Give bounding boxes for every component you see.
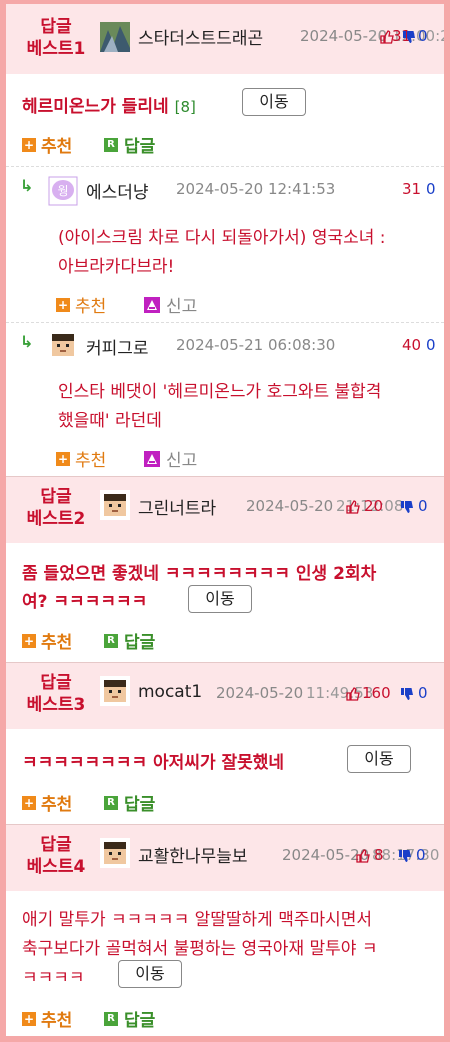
- comment-date: 2024-05-20: [246, 497, 334, 515]
- plus-icon: +: [56, 451, 70, 466]
- report-icon: [144, 296, 160, 313]
- reply-arrow-icon: ↳: [20, 176, 34, 195]
- downvote-count: 0: [426, 180, 436, 198]
- thumbs-up-icon[interactable]: [346, 687, 360, 701]
- author-nick[interactable]: 커피그로: [86, 334, 149, 359]
- plus-icon: +: [56, 297, 70, 312]
- reply-r-icon: R: [104, 633, 118, 648]
- author-nick[interactable]: 에스더냥: [86, 178, 149, 203]
- divider: [6, 322, 444, 323]
- recommend-button[interactable]: + 추천: [56, 446, 106, 471]
- plus-icon: +: [22, 633, 36, 648]
- plus-icon: +: [22, 795, 36, 810]
- reply-r-icon: R: [104, 1011, 118, 1026]
- recommend-button[interactable]: + 추천: [22, 1006, 72, 1031]
- thumbs-down-icon[interactable]: [400, 500, 414, 514]
- plus-icon: +: [22, 137, 36, 152]
- best-comment-text-3: ㅋㅋㅋㅋㅋㅋㅋㅋ 아저씨가 잘못했네: [22, 753, 285, 773]
- upvote-count: 20: [364, 497, 384, 515]
- best-label-3: 답글 베스트3: [26, 673, 86, 715]
- thumbs-up-icon[interactable]: [356, 849, 370, 863]
- downvote-count: 0: [418, 684, 428, 702]
- author-nick[interactable]: 스타더스트드래곤: [138, 24, 263, 49]
- move-button[interactable]: 이동: [118, 960, 182, 988]
- comment-date: 2024-05-20: [216, 684, 304, 702]
- avatar[interactable]: 웡: [48, 176, 78, 206]
- svg-text:웡: 웡: [57, 184, 68, 198]
- downvote-count: 0: [416, 846, 426, 864]
- best-label-4: 답글 베스트4: [26, 835, 86, 877]
- upvote-count: 8: [374, 846, 384, 864]
- best-comment-text-4: 애기 말투가 ㅋㅋㅋㅋㅋ 알딸딸하게 맥주마시면서 축구보다가 골먹혀서 불평하…: [22, 910, 378, 988]
- reply-r-icon: R: [104, 137, 118, 152]
- comment-date: 2024-05-20 12:41:53: [176, 180, 336, 198]
- downvote-count: 0: [426, 336, 436, 354]
- author-nick[interactable]: 그린너트라: [138, 494, 216, 519]
- author-nick[interactable]: 교활한나무늘보: [138, 842, 247, 867]
- thumbs-up-icon[interactable]: [346, 500, 360, 514]
- reply-arrow-icon: ↳: [20, 332, 34, 351]
- best-label-2: 답글 베스트2: [26, 487, 86, 529]
- comment-date: 2024-05-21 06:08:30: [176, 336, 336, 354]
- recommend-button[interactable]: + 추천: [22, 132, 72, 157]
- plus-icon: +: [22, 1011, 36, 1026]
- report-button[interactable]: 신고: [144, 292, 197, 317]
- thumbs-down-icon[interactable]: [400, 687, 414, 701]
- thumbs-down-icon[interactable]: [402, 30, 416, 44]
- recommend-button[interactable]: + 추천: [22, 628, 72, 653]
- recommend-button[interactable]: + 추천: [56, 292, 106, 317]
- upvote-count: 40: [402, 336, 422, 354]
- avatar[interactable]: [100, 838, 130, 868]
- reply-r-icon: R: [104, 795, 118, 810]
- best-comment-text-1: 헤르미온느가 들리네 [8]: [22, 97, 196, 117]
- upvote-count: 31: [402, 180, 422, 198]
- move-button[interactable]: 이동: [242, 88, 306, 116]
- divider: [6, 166, 444, 167]
- report-icon: [144, 450, 160, 467]
- reply-text: (아이스크림 차로 다시 되돌아가서) 영국소녀 : 아브라카다브라!: [58, 228, 386, 277]
- reply-text: 인스타 베댓이 '헤르미온느가 호그와트 불합격 했을때' 라던데: [58, 382, 382, 431]
- avatar[interactable]: [48, 330, 78, 360]
- move-button[interactable]: 이동: [347, 745, 411, 773]
- avatar[interactable]: [100, 490, 130, 520]
- move-button[interactable]: 이동: [188, 585, 252, 613]
- reply-button[interactable]: R 답글: [104, 1006, 155, 1031]
- author-nick[interactable]: mocat1: [138, 682, 202, 702]
- thumbs-down-icon[interactable]: [398, 849, 412, 863]
- upvote-count: 160: [362, 684, 391, 702]
- downvote-count: 0: [418, 497, 428, 515]
- avatar[interactable]: [100, 22, 130, 52]
- best-label-1: 답글 베스트1: [26, 17, 86, 59]
- report-button[interactable]: 신고: [144, 446, 197, 471]
- reply-count: [8]: [174, 98, 196, 116]
- reply-button[interactable]: R 답글: [104, 628, 155, 653]
- reply-button[interactable]: R 답글: [104, 132, 155, 157]
- reply-button[interactable]: R 답글: [104, 790, 155, 815]
- avatar[interactable]: [100, 676, 130, 706]
- downvote-count: 0: [418, 27, 428, 45]
- recommend-button[interactable]: + 추천: [22, 790, 72, 815]
- best-comments-panel: 답글 베스트1 스타더스트드래곤 2024-05-20 20 12:00:2 3…: [6, 4, 444, 1038]
